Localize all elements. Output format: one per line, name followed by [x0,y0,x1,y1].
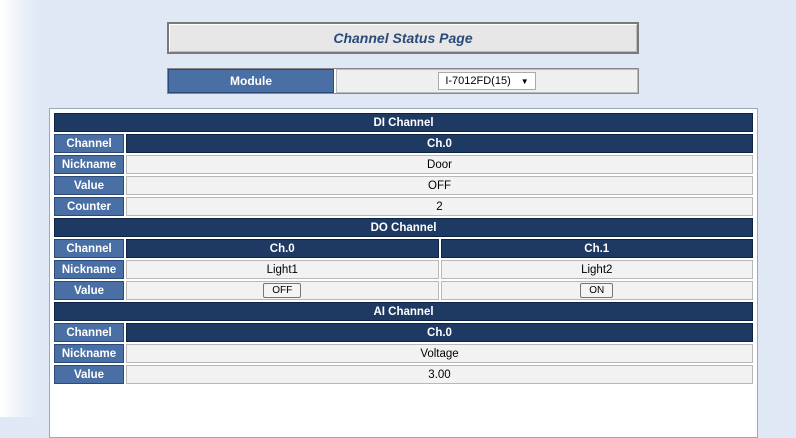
di-value-row: Value OFF [54,176,753,195]
do-header-row: DO Channel [54,218,753,237]
module-select[interactable]: I-7012FD(15) ▼ [438,72,536,90]
module-selector-row: Module I-7012FD(15) ▼ [167,68,639,94]
do-channel-0-nickname: Light1 [126,260,439,279]
di-value: OFF [126,176,753,195]
di-value-label: Value [54,176,124,195]
ai-nickname-label: Nickname [54,344,124,363]
ai-nickname-row: Nickname Voltage [54,344,753,363]
do-channel-1-name: Ch.1 [440,239,753,258]
di-channel-row: Channel Ch.0 [54,134,753,153]
ai-nickname-value: Voltage [126,344,753,363]
di-nickname-row: Nickname Door [54,155,753,174]
di-channel-label: Channel [54,134,124,153]
ai-channel-row: Channel Ch.0 [54,323,753,342]
ai-channel-name: Ch.0 [126,323,753,342]
page-title: Channel Status Page [333,30,473,46]
do-nickname-label: Nickname [54,260,124,279]
do-channel-label: Channel [54,239,124,258]
chevron-down-icon: ▼ [520,76,529,86]
do-channel-0-value-cell: OFF [126,281,439,300]
do-channel-header: DO Channel [54,218,753,237]
ai-value-row: Value 3.00 [54,365,753,384]
channel-status-table: DI Channel Channel Ch.0 Nickname Door Va… [52,111,755,386]
do-channel-0-name: Ch.0 [126,239,439,258]
do-value-label: Value [54,281,124,300]
do-channel-0-toggle-button[interactable]: OFF [263,283,302,298]
left-background-glow [0,0,40,417]
module-label: Module [168,69,334,93]
ai-value-label: Value [54,365,124,384]
di-nickname-label: Nickname [54,155,124,174]
do-channel-1-toggle-button[interactable]: ON [580,283,614,298]
module-select-value: I-7012FD(15) [445,75,511,87]
di-counter-row: Counter 2 [54,197,753,216]
channel-status-panel: DI Channel Channel Ch.0 Nickname Door Va… [49,108,758,438]
do-nickname-row: Nickname Light1 Light2 [54,260,753,279]
di-channel-header: DI Channel [54,113,753,132]
do-channel-1-nickname: Light2 [440,260,753,279]
ai-value: 3.00 [126,365,753,384]
di-nickname-value: Door [126,155,753,174]
module-select-cell: I-7012FD(15) ▼ [336,69,638,93]
ai-channel-label: Channel [54,323,124,342]
di-counter-label: Counter [54,197,124,216]
ai-channel-header: AI Channel [54,302,753,321]
di-header-row: DI Channel [54,113,753,132]
di-counter-value: 2 [126,197,753,216]
do-channel-row: Channel Ch.0 Ch.1 [54,239,753,258]
di-channel-name: Ch.0 [126,134,753,153]
ai-header-row: AI Channel [54,302,753,321]
page-title-box: Channel Status Page [167,22,639,54]
do-channel-1-value-cell: ON [440,281,753,300]
do-value-row: Value OFF ON [54,281,753,300]
